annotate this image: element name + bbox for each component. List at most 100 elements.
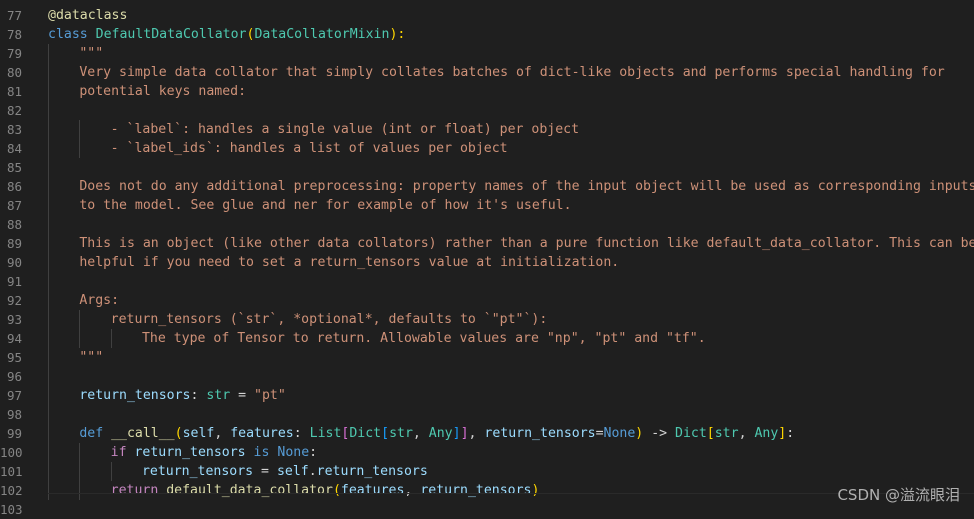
code-token: "pt": [254, 388, 286, 403]
code-line[interactable]: 79 """: [0, 44, 974, 63]
code-content: - `label`: handles a single value (int o…: [111, 120, 579, 139]
code-token: None: [277, 445, 310, 460]
indent-guide: [48, 63, 49, 82]
code-line[interactable]: 92 Args:: [0, 291, 974, 310]
code-line[interactable]: 85: [0, 158, 974, 177]
code-token: None: [603, 426, 636, 441]
code-token: DefaultDataCollator: [95, 27, 247, 42]
code-token: =: [230, 388, 255, 403]
line-number: 91: [6, 274, 22, 289]
code-token: Does not do any additional preprocessing…: [79, 179, 974, 194]
code-token: return_tensors (`str`, *optional*, defau…: [110, 312, 548, 327]
line-number: 88: [6, 217, 22, 232]
line-number: 89: [6, 236, 22, 251]
code-token: This is an object (like other data colla…: [79, 236, 974, 251]
line-number: 94: [6, 331, 22, 346]
code-token: self: [276, 464, 309, 479]
code-token: __call__: [111, 426, 175, 441]
code-line[interactable]: 98: [0, 405, 974, 424]
code-token: .: [308, 464, 317, 479]
indent-guide: [48, 386, 49, 405]
code-token: ]: [452, 426, 461, 441]
indent-guide: [79, 120, 81, 139]
code-line[interactable]: 89 This is an object (like other data col…: [0, 234, 974, 253]
code-token: =: [253, 464, 277, 479]
indent-guide: [48, 177, 49, 196]
indent-guide: [48, 139, 49, 158]
indent-guide: [48, 443, 49, 462]
code-token: Dict: [675, 426, 707, 441]
indent-guide: [48, 329, 49, 348]
code-token: features: [230, 426, 294, 441]
code-token: [: [381, 426, 390, 441]
code-token: ,: [412, 426, 429, 441]
line-number: 103: [0, 502, 23, 517]
code-line[interactable]: 96: [0, 367, 974, 386]
code-token: Dict: [349, 426, 382, 441]
code-line[interactable]: 83 - `label`: handles a single value (int…: [0, 120, 974, 139]
line-number: 101: [0, 464, 23, 479]
code-token: Args:: [79, 293, 120, 308]
code-line[interactable]: 99 def __call__(self, features: List[Dict…: [0, 424, 974, 443]
indent-guide: [79, 462, 81, 481]
code-token: Any: [754, 426, 779, 441]
code-token: :: [309, 445, 318, 460]
code-line[interactable]: 80 Very simple data collator that simply …: [0, 63, 974, 82]
code-token: Any: [428, 426, 453, 441]
code-line[interactable]: 95 """: [0, 348, 974, 367]
code-line[interactable]: 101 return_tensors = self.return_tensors: [0, 462, 974, 481]
code-content: Does not do any additional preprocessing…: [79, 177, 974, 196]
indent-guide: [79, 443, 81, 462]
indent-guide: [110, 329, 112, 348]
indent-guide: [48, 158, 49, 177]
line-number: 80: [6, 65, 22, 80]
code-token: DataCollatorMixin: [254, 27, 390, 42]
code-line[interactable]: 78 class DefaultDataCollator(DataCollator…: [0, 25, 974, 44]
line-number: 95: [6, 350, 22, 365]
indent-guide: [79, 310, 81, 329]
indent-guide: [48, 196, 49, 215]
code-line[interactable]: 97 return_tensors: str = "pt": [0, 386, 974, 405]
code-token: [: [706, 426, 715, 441]
code-editor[interactable]: 77 @dataclass 78 class DefaultDataCollator(…: [0, 0, 974, 517]
code-content: return_tensors: str = "pt": [79, 386, 285, 405]
line-number: 79: [6, 46, 22, 61]
line-number: 84: [6, 141, 22, 156]
code-token: ,: [468, 426, 485, 441]
indent-guide: [48, 215, 49, 234]
code-line[interactable]: 87 to the model. See glue and ner for exa…: [0, 196, 974, 215]
indent-guide: [79, 329, 81, 348]
line-number: 97: [6, 388, 22, 403]
indent-guide: [48, 424, 49, 443]
code-token: return_tensors: [316, 464, 428, 479]
indent-guide: [48, 348, 49, 367]
code-line[interactable]: 100 if return_tensors is None:: [0, 443, 974, 462]
code-token: return_tensors: [484, 426, 596, 441]
code-token: @dataclass: [48, 8, 128, 23]
code-line[interactable]: 81 potential keys named:: [0, 82, 974, 101]
code-line[interactable]: 90 helpful if you need to set a return_te…: [0, 253, 974, 272]
code-line[interactable]: 93 return_tensors (`str`, *optional*, def…: [0, 310, 974, 329]
line-number: 90: [6, 255, 22, 270]
code-token: return_tensors: [134, 445, 246, 460]
code-content: return_tensors = self.return_tensors: [142, 462, 428, 481]
code-line[interactable]: 91: [0, 272, 974, 291]
code-token: =: [595, 426, 604, 441]
code-line[interactable]: 88: [0, 215, 974, 234]
code-line[interactable]: 77 @dataclass: [0, 6, 974, 25]
code-line[interactable]: 86 Does not do any additional preprocessi…: [0, 177, 974, 196]
code-line[interactable]: 82: [0, 101, 974, 120]
indent-guide: [48, 310, 49, 329]
code-token: ->: [643, 426, 676, 441]
code-token: return_tensors: [141, 464, 254, 479]
csdn-watermark: CSDN @溢流眼泪: [837, 486, 960, 504]
code-token: (: [174, 426, 183, 441]
code-token: :: [190, 388, 207, 403]
code-token: class: [48, 27, 96, 42]
code-content: - `label_ids`: handles a list of values …: [111, 139, 508, 158]
line-number: 96: [6, 369, 22, 384]
code-line[interactable]: 94 The type of Tensor to return. Allowabl…: [0, 329, 974, 348]
line-number: 83: [6, 122, 22, 137]
line-number: 102: [0, 483, 23, 498]
code-line[interactable]: 84 - `label_ids`: handles a list of value…: [0, 139, 974, 158]
